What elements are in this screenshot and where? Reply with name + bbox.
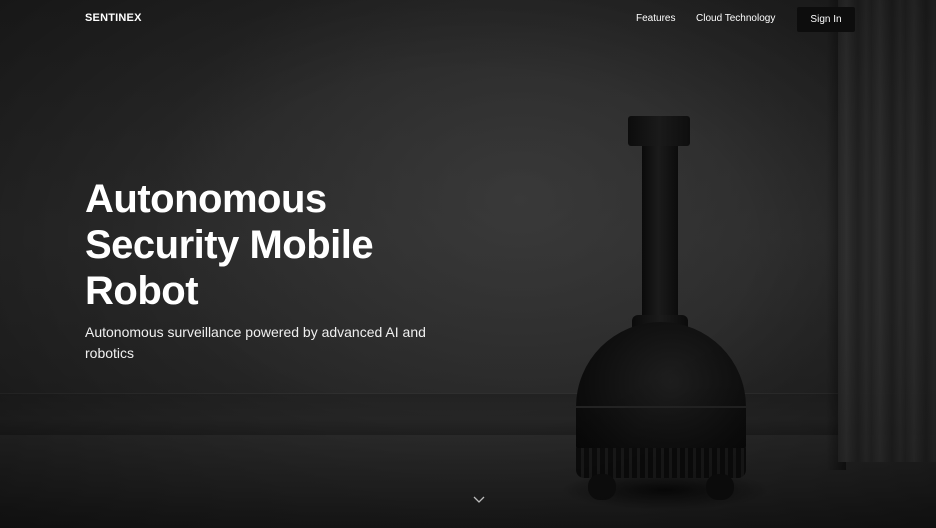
hero-title-line-2: Security Mobile	[85, 223, 374, 267]
floor	[0, 435, 936, 528]
nav-link-features[interactable]: Features	[636, 13, 675, 24]
curtain	[838, 0, 936, 462]
robot-seam	[576, 406, 746, 408]
hero-page: SENTINEX Features Cloud Technology Sign …	[0, 0, 936, 528]
robot-image	[560, 110, 770, 510]
hero-title-line-1: Autonomous	[85, 177, 327, 221]
robot-camera-head	[628, 116, 690, 146]
top-nav: SENTINEX Features Cloud Technology Sign …	[0, 0, 936, 40]
brand-logo[interactable]: SENTINEX	[85, 12, 142, 24]
sign-in-button[interactable]: Sign In	[797, 7, 855, 32]
hero-subtitle: Autonomous surveillance powered by advan…	[85, 324, 426, 361]
hero-title-line-3: Robot	[85, 269, 199, 313]
robot-mast	[642, 146, 678, 321]
wall-baseboard	[0, 393, 936, 436]
nav-link-cloud-technology[interactable]: Cloud Technology	[696, 13, 775, 24]
hero-title: Autonomous Security Mobile Robot	[85, 176, 505, 314]
robot-wheel-left	[588, 474, 616, 500]
chevron-down-icon[interactable]	[472, 493, 486, 505]
robot-body	[576, 322, 746, 452]
robot-wheel-right	[706, 474, 734, 500]
